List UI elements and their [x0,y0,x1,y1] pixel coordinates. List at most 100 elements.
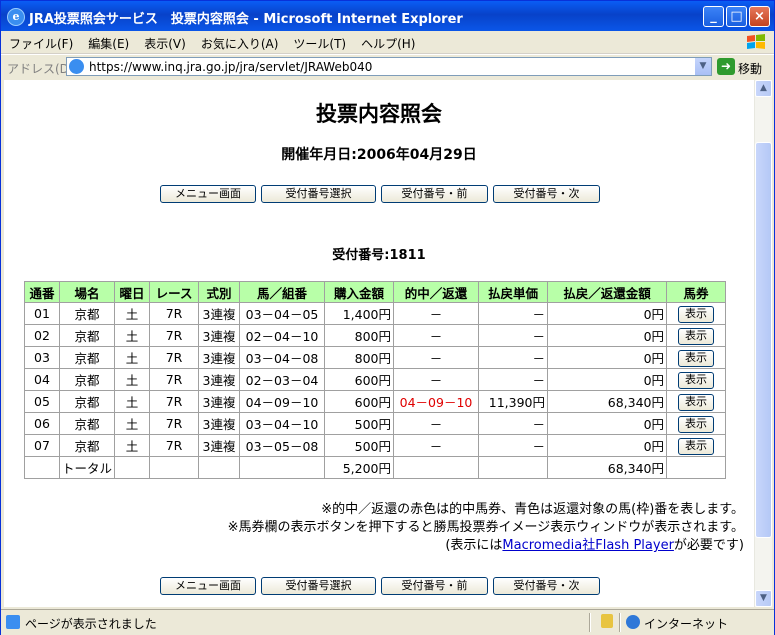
col-header: 払戻／返還金額 [547,281,668,303]
cell-unit-payout: － [478,434,549,457]
cell-payout: 0円 [547,434,668,457]
cell-day: 土 [114,324,151,347]
total-blank [666,456,727,479]
table-row: 03 京都土 7R 3連複 03－04－08 800円－－ 0円 表示 [24,346,727,369]
lock-icon [601,614,613,628]
menu-screen-button[interactable]: メニュー画面 [160,185,256,203]
cell-day: 土 [114,368,151,391]
menu-favorites[interactable]: お気に入り(A) [193,31,286,52]
cell-type: 3連複 [198,324,241,347]
status-divider [619,613,621,632]
cell-unit-payout: － [478,412,549,435]
cell-payout: 0円 [547,368,668,391]
cell-ticket: 表示 [666,434,727,457]
title-bar[interactable]: e JRA投票照会サービス 投票内容照会 - Microsoft Interne… [1,1,774,31]
cell-type: 3連複 [198,434,241,457]
cell-ticket: 表示 [666,390,727,413]
go-arrow-icon[interactable]: ➜ [717,58,735,75]
cell-day: 土 [114,346,151,369]
show-ticket-button[interactable]: 表示 [678,305,715,323]
next-receipt-button[interactable]: 受付番号・次 [493,185,600,203]
total-blank [393,456,480,479]
menu-bar: ファイル(F) 編集(E) 表示(V) お気に入り(A) ツール(T) ヘルプ(H) [1,31,774,54]
cell-type: 3連複 [198,412,241,435]
prev-receipt-button-bottom[interactable]: 受付番号・前 [381,577,488,595]
table-row: 01 京都土 7R 3連複 03－04－05 1,400円－－ 0円 表示 [24,302,727,325]
col-header: 馬／組番 [239,281,326,303]
show-ticket-button[interactable]: 表示 [678,393,715,411]
flash-player-link[interactable]: Macromedia社Flash Player [502,538,674,553]
menu-tools[interactable]: ツール(T) [285,31,353,52]
cell-no: 01 [24,302,60,325]
cell-unit-payout: － [478,346,549,369]
show-ticket-button[interactable]: 表示 [678,437,715,455]
go-button[interactable]: 移動 [738,60,762,77]
cell-combo: 02－03－04 [239,368,326,391]
col-header: 場名 [58,281,116,303]
select-receipt-button[interactable]: 受付番号選択 [261,185,376,203]
table-row: 05 京都土 7R 3連複 04－09－10 600円 04－09－10 11,390円 68,… [24,390,727,413]
cell-payout: 0円 [547,324,668,347]
cell-combo: 03－04－05 [239,302,326,325]
menu-edit[interactable]: 編集(E) [80,31,136,52]
note-line-1: ※的中／返還の赤色は的中馬券、青色は返還対象の馬(枠)番を表します。 [321,502,744,517]
page-done-icon [6,615,20,629]
menu-screen-button-bottom[interactable]: メニュー画面 [160,577,256,595]
address-url[interactable]: https://www.inq.jra.go.jp/jra/servlet/JR… [89,60,372,74]
scroll-up-icon[interactable]: ▲ [755,80,772,97]
show-ticket-button[interactable]: 表示 [678,349,715,367]
address-label: アドレス(D) [7,62,74,76]
cell-purchase: 600円 [324,368,395,391]
status-divider [589,613,591,632]
cell-ticket: 表示 [666,368,727,391]
table-header-row: 通番 場名 曜日 レース 式別 馬／組番 購入金額 的中／返還 払戻単価 払戻／… [24,281,727,303]
cell-race: 7R [149,368,200,391]
cell-race: 7R [149,346,200,369]
cell-venue: 京都 [58,302,116,325]
cell-purchase: 600円 [324,390,395,413]
prev-receipt-button[interactable]: 受付番号・前 [381,185,488,203]
cell-race: 7R [149,412,200,435]
total-blank [24,456,60,479]
cell-combo: 03－04－08 [239,346,326,369]
cell-payout: 0円 [547,302,668,325]
receipt-number: 受付番号:1811 [332,248,426,263]
cell-venue: 京都 [58,368,116,391]
col-header: レース [149,281,200,303]
minimize-button[interactable]: _ [703,6,724,27]
cell-type: 3連複 [198,368,241,391]
address-bar: アドレス(D) https://www.inq.jra.go.jp/jra/se… [1,54,774,79]
scroll-down-icon[interactable]: ▼ [755,590,772,607]
table-row: 02 京都土 7R 3連複 02－04－10 800円－－ 0円 表示 [24,324,727,347]
table-row: 04 京都土 7R 3連複 02－03－04 600円－－ 0円 表示 [24,368,727,391]
cell-unit-payout: － [478,302,549,325]
menu-view[interactable]: 表示(V) [136,31,193,52]
internet-globe-icon [626,615,640,629]
cell-payout: 68,340円 [547,390,668,413]
cell-purchase: 800円 [324,346,395,369]
show-ticket-button[interactable]: 表示 [678,371,715,389]
select-receipt-button-bottom[interactable]: 受付番号選択 [261,577,376,595]
cell-ticket: 表示 [666,412,727,435]
col-header: 曜日 [114,281,151,303]
vertical-scrollbar[interactable]: ▲ ▼ [754,80,772,607]
windows-logo-icon [747,34,765,49]
address-dropdown-icon[interactable]: ▼ [695,58,711,75]
address-input[interactable]: https://www.inq.jra.go.jp/jra/servlet/JR… [66,57,712,76]
menu-help[interactable]: ヘルプ(H) [353,31,422,52]
cell-hit: － [393,412,480,435]
cell-hit: － [393,346,480,369]
next-receipt-button-bottom[interactable]: 受付番号・次 [493,577,600,595]
cell-combo: 02－04－10 [239,324,326,347]
maximize-button[interactable]: □ [726,6,747,27]
show-ticket-button[interactable]: 表示 [678,327,715,345]
cell-venue: 京都 [58,412,116,435]
close-button[interactable]: × [749,6,770,27]
show-ticket-button[interactable]: 表示 [678,415,715,433]
cell-race: 7R [149,324,200,347]
menu-file[interactable]: ファイル(F) [1,31,80,52]
cell-no: 05 [24,390,60,413]
cell-no: 07 [24,434,60,457]
scroll-thumb[interactable] [755,142,772,538]
cell-day: 土 [114,390,151,413]
